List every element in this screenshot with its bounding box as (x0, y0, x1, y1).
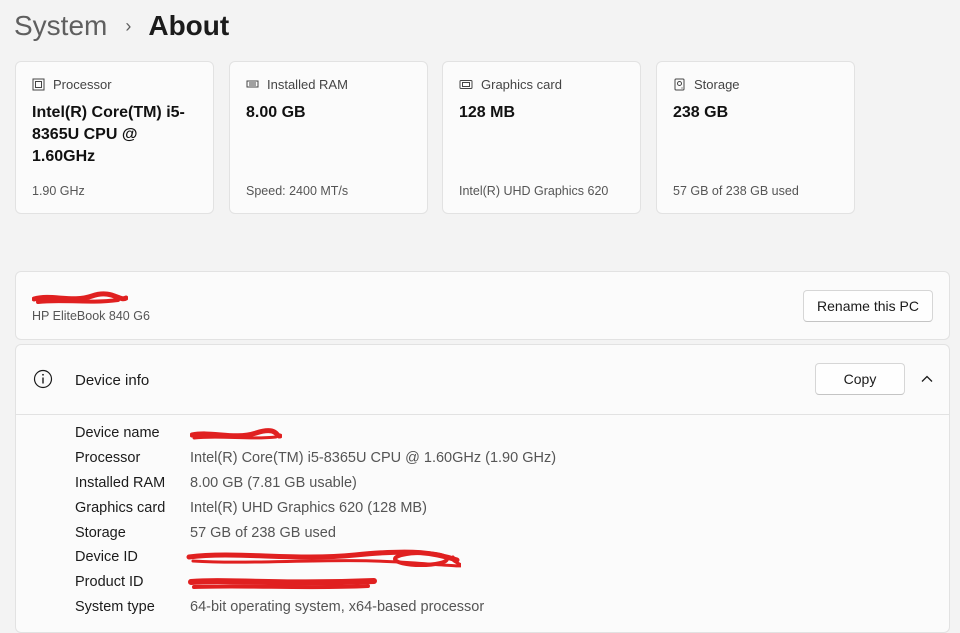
device-info-title: Device info (75, 372, 150, 389)
breadcrumb-system-link[interactable]: System (14, 10, 107, 42)
graphics-card-label: Graphics card (481, 77, 562, 92)
ram-card-label: Installed RAM (267, 77, 348, 92)
storage-card-value: 238 GB (673, 104, 729, 121)
spec-value[interactable]: 57 GB of 238 GB used (190, 525, 336, 541)
redacted-device-name (190, 428, 282, 440)
redacted-product-id (188, 578, 377, 590)
processor-card: Processor Intel(R) Core(TM) i5-8365U CPU… (15, 61, 214, 214)
spec-key: Product ID (75, 574, 144, 590)
ram-card: Installed RAM 8.00 GB Speed: 2400 MT/s (229, 61, 428, 214)
processor-icon (32, 78, 45, 91)
ram-card-value: 8.00 GB (246, 104, 306, 121)
spec-key: Graphics card (75, 500, 166, 516)
graphics-card-card: Graphics card 128 MB Intel(R) UHD Graphi… (442, 61, 641, 214)
spec-value[interactable]: 8.00 GB (7.81 GB usable) (190, 475, 357, 491)
spec-value[interactable]: Intel(R) Core(TM) i5-8365U CPU @ 1.60GHz… (190, 450, 556, 466)
spec-key: Device ID (75, 549, 138, 565)
page-title: About (148, 10, 230, 41)
processor-card-label: Processor (53, 77, 112, 92)
rename-pc-button[interactable]: Rename this PC (803, 290, 933, 322)
storage-card: Storage 238 GB 57 GB of 238 GB used (656, 61, 855, 214)
spec-value[interactable]: Intel(R) UHD Graphics 620 (128 MB) (190, 500, 427, 516)
storage-card-sub: 57 GB of 238 GB used (673, 184, 799, 198)
storage-icon (674, 78, 685, 91)
pc-name-panel: HP EliteBook 840 G6 Rename this PC (15, 271, 950, 340)
info-icon (33, 369, 53, 389)
spec-value[interactable]: 64-bit operating system, x64-based proce… (190, 599, 484, 615)
processor-card-value: Intel(R) Core(TM) i5-8365U CPU @ 1.60GHz (32, 104, 185, 165)
processor-card-sub: 1.90 GHz (32, 184, 85, 198)
redacted-device-id (186, 549, 461, 568)
storage-card-label: Storage (694, 77, 740, 92)
copy-button[interactable]: Copy (815, 363, 905, 395)
breadcrumb: System › About (14, 6, 229, 46)
ram-icon (246, 80, 259, 88)
spec-key: Processor (75, 450, 141, 466)
pc-model: HP EliteBook 840 G6 (32, 309, 150, 323)
device-info-panel: Device info Copy Device name Processor I… (15, 344, 950, 633)
device-info-header[interactable]: Device info Copy (16, 345, 949, 415)
spec-key: Device name (75, 425, 160, 441)
chevron-right-icon: › (125, 15, 132, 36)
ram-card-sub: Speed: 2400 MT/s (246, 184, 349, 198)
graphics-card-sub: Intel(R) UHD Graphics 620 (459, 184, 609, 198)
graphics-card-value: 128 MB (459, 104, 516, 121)
spec-key: Installed RAM (75, 475, 166, 491)
spec-key: System type (75, 599, 155, 615)
redacted-pc-name (32, 291, 128, 304)
graphics-card-icon (459, 80, 473, 89)
chevron-up-icon[interactable] (921, 373, 933, 385)
spec-key: Storage (75, 525, 126, 541)
